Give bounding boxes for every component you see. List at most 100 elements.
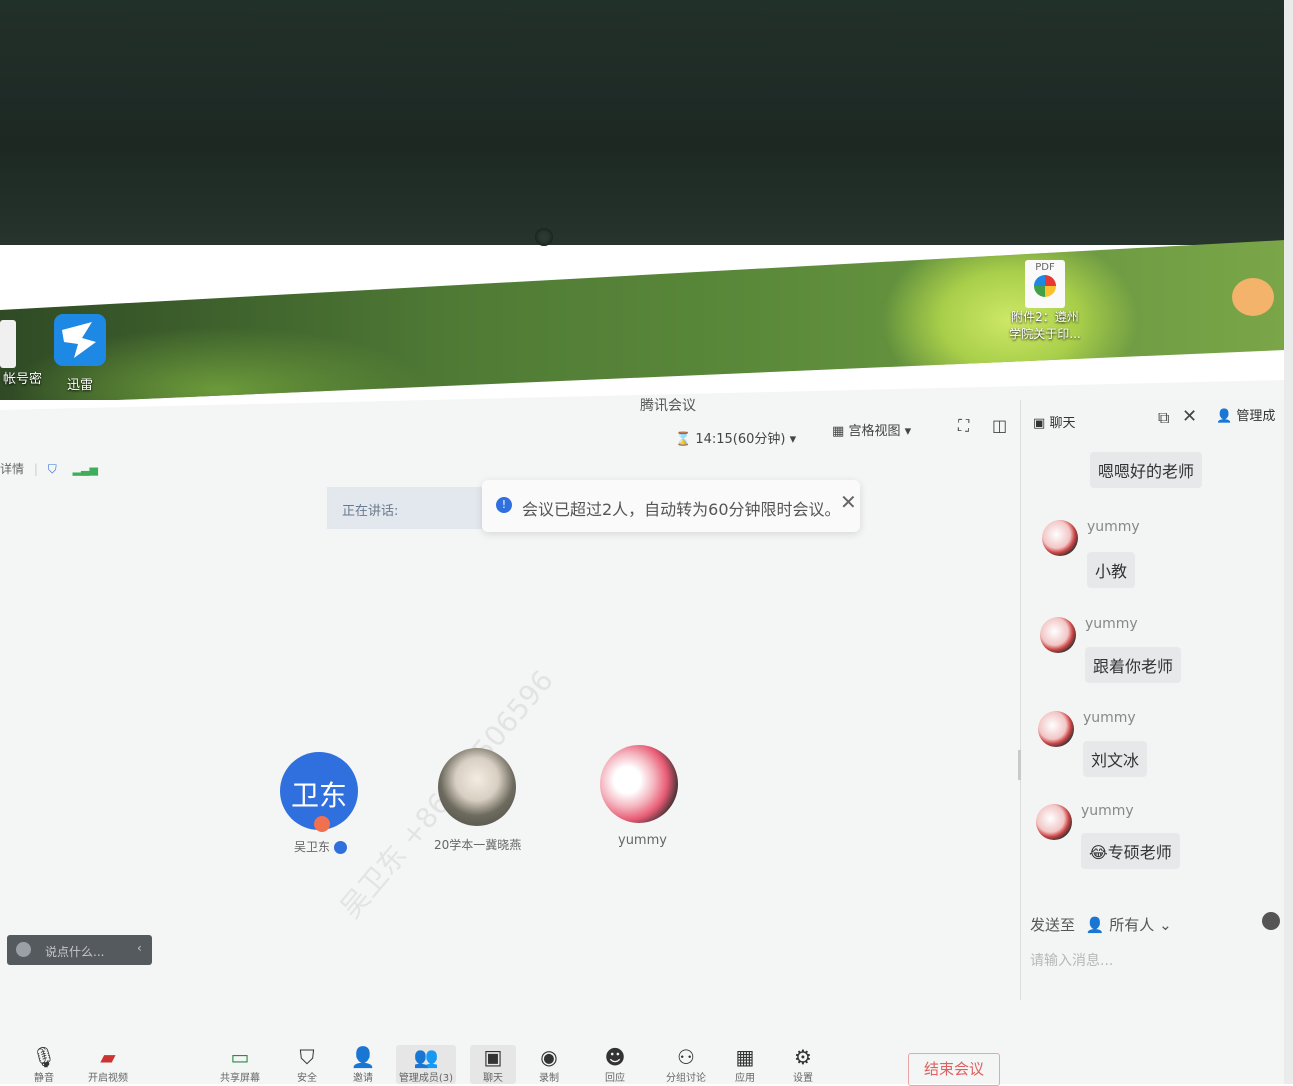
desktop-icon-account[interactable]: 帐号密 — [0, 320, 45, 387]
shield-icon: ⛉ — [299, 1045, 315, 1069]
screen-edge — [1284, 0, 1293, 1084]
fullscreen-icon: ⛶ — [958, 416, 970, 435]
chat-sender-avatar — [1042, 520, 1078, 556]
chat-sender-name: yummy — [1081, 803, 1134, 819]
members-icon: 👥 — [413, 1045, 439, 1069]
file-icon — [0, 320, 16, 368]
close-icon[interactable]: ✕ — [840, 490, 857, 514]
chat-message: 刘文冰 — [1083, 741, 1148, 777]
meeting-details-link[interactable]: 详情 | ⛉ ▂▃▅ — [0, 460, 98, 477]
mic-on-icon — [333, 841, 347, 854]
chevron-down-icon: ▾ — [904, 424, 912, 439]
hourglass-icon: ⌛ — [675, 432, 692, 447]
chevron-left-icon: ‹ — [137, 941, 142, 955]
smile-icon — [16, 942, 31, 957]
person-icon: 👤 — [1216, 409, 1233, 424]
chat-bubble-icon: ▣ — [483, 1045, 503, 1069]
mute-label: 静音 — [34, 1073, 54, 1084]
video-button[interactable]: ▰ 开启视频 — [88, 1045, 128, 1084]
invite-button[interactable]: 👤 邀请 — [343, 1045, 383, 1084]
microphone-icon: 🎙 — [31, 1045, 57, 1069]
popout-icon: ⧉ — [1158, 408, 1170, 427]
record-icon: ◉ — [540, 1045, 558, 1069]
record-button[interactable]: ◉ 录制 — [529, 1045, 569, 1084]
breakout-rooms-icon: ⚇ — [677, 1045, 695, 1069]
react-button[interactable]: ☻ 回应 — [595, 1045, 635, 1084]
grid-icon: ▦ — [832, 424, 845, 439]
desktop-icon-label: 帐号密 — [2, 372, 42, 387]
monitor-bezel — [0, 0, 1293, 245]
fullscreen-button[interactable]: ⛶ — [958, 416, 969, 436]
chat-bubble-icon: ▣ — [1033, 416, 1046, 431]
chat-message-input[interactable]: 请输入消息... — [1030, 950, 1113, 970]
desktop-icon-label: 迅雷 — [66, 378, 93, 393]
pdf-file-name-line1: 附件2：遵州 — [1011, 310, 1079, 324]
notice-text: 会议已超过2人，自动转为60分钟限时会议。 — [522, 500, 841, 519]
settings-button[interactable]: ⚙ 设置 — [783, 1045, 823, 1084]
chat-label: 聊天 — [483, 1073, 503, 1084]
avatar-initials: 卫东 — [290, 779, 347, 812]
breakout-button[interactable]: ⚇ 分组讨论 — [662, 1045, 710, 1084]
person-icon: 👤 — [1085, 916, 1105, 934]
chat-message: 嗯嗯好的老师 — [1090, 452, 1203, 488]
info-icon: ! — [496, 497, 512, 513]
participant-name-text: 吴卫东 — [294, 840, 331, 854]
chat-sender-name: yummy — [1085, 616, 1138, 632]
meeting-timer[interactable]: ⌛ 14:15(60分钟) ▾ — [675, 428, 796, 447]
chevron-down-icon: ⌄ — [1159, 916, 1172, 934]
chat-tab-label: 聊天 — [1049, 416, 1076, 431]
video-label: 开启视频 — [88, 1073, 128, 1084]
view-switch[interactable]: ▦ 宫格视图 ▾ — [832, 420, 911, 439]
chat-tab[interactable]: ▣ 聊天 — [1033, 412, 1075, 431]
chat-button[interactable]: ▣ 聊天 — [470, 1045, 516, 1084]
reaction-icon: ☻ — [604, 1045, 626, 1069]
apps-label: 应用 — [735, 1073, 755, 1084]
layout-toggle-button[interactable]: ◫ — [992, 416, 1007, 435]
shield-icon: ⛉ — [47, 462, 57, 476]
participant-avatar-3[interactable] — [600, 745, 678, 823]
xunlei-bird-icon — [54, 314, 106, 366]
chat-panel — [1020, 400, 1286, 1000]
end-meeting-button[interactable]: 结束会议 — [908, 1053, 1000, 1086]
host-badge-icon — [314, 816, 330, 832]
pdf-badge: PDF — [1035, 262, 1055, 273]
participant-name-1: 吴卫东 — [294, 838, 347, 855]
share-screen-button[interactable]: ▭ 共享屏幕 — [220, 1045, 260, 1084]
details-label: 详情 — [0, 462, 25, 476]
breakout-label: 分组讨论 — [666, 1073, 706, 1084]
emoji-icon[interactable] — [1262, 912, 1280, 930]
pdf-file-name-line2: 学院关于印... — [1009, 327, 1081, 341]
limit-notice: ! 会议已超过2人，自动转为60分钟限时会议。 ✕ — [482, 480, 860, 532]
manage-members-tab[interactable]: 👤 管理成 — [1216, 405, 1275, 424]
apps-button[interactable]: ▦ 应用 — [725, 1045, 765, 1084]
manage-members-button[interactable]: 👥 管理成员(3) — [396, 1045, 456, 1084]
mute-button[interactable]: 🎙 静音 — [24, 1045, 64, 1084]
pdf-file-icon: PDF — [1025, 260, 1065, 308]
video-off-icon: ▰ — [100, 1045, 116, 1069]
popout-button[interactable]: ⧉ — [1158, 408, 1169, 428]
signal-icon: ▂▃▅ — [72, 463, 98, 476]
chat-message: 😂专硕老师 — [1081, 833, 1180, 869]
window-title: 腾讯会议 — [640, 398, 696, 414]
divider: | — [33, 462, 38, 476]
desktop-icon-xunlei[interactable]: 迅雷 — [50, 312, 110, 393]
security-label: 安全 — [297, 1073, 317, 1084]
desktop-wallpaper — [0, 240, 1285, 400]
desktop-icon-pdf[interactable]: PDF 附件2：遵州 学院关于印... — [1000, 260, 1090, 342]
share-label: 共享屏幕 — [220, 1073, 260, 1084]
send-to-selector[interactable]: 发送至 👤 所有人 ⌄ — [1030, 914, 1172, 935]
chat-message: 小教 — [1087, 552, 1136, 588]
chat-close-button[interactable]: ✕ — [1182, 406, 1197, 427]
shiba-widget-icon[interactable] — [1232, 278, 1274, 316]
sidebar-layout-icon: ◫ — [992, 416, 1008, 435]
security-button[interactable]: ⛉ 安全 — [287, 1045, 327, 1084]
react-label: 回应 — [605, 1073, 625, 1084]
panel-resize-handle[interactable] — [1018, 750, 1021, 780]
chevron-down-icon: ▾ — [789, 432, 797, 447]
members-label: 管理成员(3) — [398, 1073, 454, 1084]
manage-label: 管理成 — [1236, 409, 1276, 424]
chat-quick-input[interactable]: 说点什么... ‹ — [7, 935, 152, 965]
chat-sender-name: yummy — [1087, 519, 1140, 535]
participant-avatar-2[interactable] — [438, 748, 516, 826]
chat-sender-avatar — [1040, 617, 1076, 653]
